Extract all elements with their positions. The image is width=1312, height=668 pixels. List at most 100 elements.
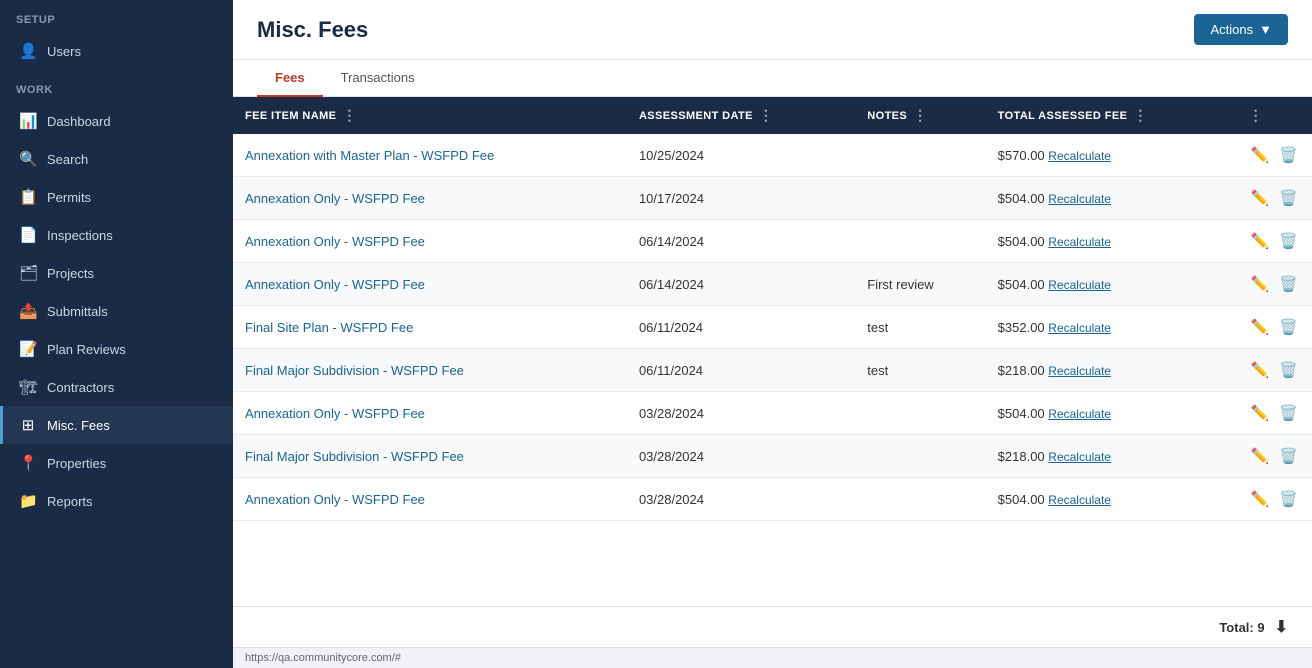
delete-button[interactable]: 🗑️ <box>1277 230 1300 252</box>
edit-button[interactable]: ✏️ <box>1249 445 1272 467</box>
delete-button[interactable]: 🗑️ <box>1277 402 1300 424</box>
total-fee-cell: $352.00 Recalculate <box>986 306 1237 349</box>
sidebar-item-reports[interactable]: 📁 Reports <box>0 482 233 520</box>
recalculate-link[interactable]: Recalculate <box>1048 493 1111 507</box>
col-total-assessed-fee: TOTAL ASSESSED FEE ⋮ <box>986 97 1237 134</box>
row-actions-cell: ✏️ 🗑️ <box>1237 263 1312 306</box>
fee-item-link[interactable]: Annexation Only - WSFPD Fee <box>245 277 425 292</box>
fee-item-name-cell: Annexation Only - WSFPD Fee <box>233 392 627 435</box>
fee-item-link[interactable]: Final Site Plan - WSFPD Fee <box>245 320 413 335</box>
tab-transactions[interactable]: Transactions <box>323 60 433 97</box>
edit-button[interactable]: ✏️ <box>1249 187 1272 209</box>
row-action-buttons: ✏️ 🗑️ <box>1249 230 1300 252</box>
sidebar-item-contractors[interactable]: 🏗 Contractors <box>0 368 233 406</box>
table-row: Annexation with Master Plan - WSFPD Fee1… <box>233 134 1312 177</box>
delete-button[interactable]: 🗑️ <box>1277 488 1300 510</box>
notes-cell <box>855 392 985 435</box>
delete-button[interactable]: 🗑️ <box>1277 316 1300 338</box>
fee-item-link[interactable]: Annexation Only - WSFPD Fee <box>245 492 425 507</box>
fee-item-link[interactable]: Final Major Subdivision - WSFPD Fee <box>245 449 464 464</box>
edit-button[interactable]: ✏️ <box>1249 488 1272 510</box>
total-fee-cell: $504.00 Recalculate <box>986 220 1237 263</box>
fee-item-link[interactable]: Annexation with Master Plan - WSFPD Fee <box>245 148 494 163</box>
row-action-buttons: ✏️ 🗑️ <box>1249 445 1300 467</box>
delete-button[interactable]: 🗑️ <box>1277 359 1300 381</box>
sidebar-item-projects[interactable]: 🗂 Projects <box>0 254 233 292</box>
recalculate-link[interactable]: Recalculate <box>1048 450 1111 464</box>
sidebar-item-search[interactable]: 🔍 Search <box>0 140 233 178</box>
reports-icon: 📁 <box>19 492 37 510</box>
delete-button[interactable]: 🗑️ <box>1277 273 1300 295</box>
fee-amount: $504.00 <box>998 277 1045 292</box>
edit-button[interactable]: ✏️ <box>1249 230 1272 252</box>
fee-item-link[interactable]: Final Major Subdivision - WSFPD Fee <box>245 363 464 378</box>
sidebar-item-inspections[interactable]: 📄 Inspections <box>0 216 233 254</box>
submittals-icon: 📤 <box>19 302 37 320</box>
edit-button[interactable]: ✏️ <box>1249 402 1272 424</box>
recalculate-link[interactable]: Recalculate <box>1048 235 1111 249</box>
sidebar-item-submittals[interactable]: 📤 Submittals <box>0 292 233 330</box>
page-header: Misc. Fees Actions ▼ <box>233 0 1312 60</box>
edit-button[interactable]: ✏️ <box>1249 316 1272 338</box>
total-fee-cell: $218.00 Recalculate <box>986 349 1237 392</box>
sidebar-item-dashboard[interactable]: 📊 Dashboard <box>0 102 233 140</box>
assessment-date-cell: 06/14/2024 <box>627 263 855 306</box>
row-action-buttons: ✏️ 🗑️ <box>1249 488 1300 510</box>
sidebar-item-users[interactable]: 👤 Users <box>0 32 233 70</box>
row-action-buttons: ✏️ 🗑️ <box>1249 316 1300 338</box>
fee-amount: $504.00 <box>998 191 1045 206</box>
sidebar-item-properties[interactable]: 📍 Properties <box>0 444 233 482</box>
row-actions-cell: ✏️ 🗑️ <box>1237 177 1312 220</box>
edit-button[interactable]: ✏️ <box>1249 273 1272 295</box>
status-url: https://qa.communitycore.com/# <box>245 652 401 664</box>
recalculate-link[interactable]: Recalculate <box>1048 278 1111 292</box>
col-menu-icon-fee[interactable]: ⋮ <box>1133 107 1147 124</box>
edit-button[interactable]: ✏️ <box>1249 359 1272 381</box>
total-fee-cell: $570.00 Recalculate <box>986 134 1237 177</box>
tab-fees[interactable]: Fees <box>257 60 323 97</box>
table-header-row: FEE ITEM NAME ⋮ ASSESSMENT DATE ⋮ NOTES <box>233 97 1312 134</box>
col-row-actions: ⋮ <box>1237 97 1312 134</box>
row-action-buttons: ✏️ 🗑️ <box>1249 273 1300 295</box>
total-fee-cell: $504.00 Recalculate <box>986 392 1237 435</box>
sidebar-item-label: Submittals <box>47 304 108 319</box>
fee-item-name-cell: Annexation Only - WSFPD Fee <box>233 263 627 306</box>
recalculate-link[interactable]: Recalculate <box>1048 321 1111 335</box>
notes-cell: First review <box>855 263 985 306</box>
projects-icon: 🗂 <box>19 264 37 282</box>
recalculate-link[interactable]: Recalculate <box>1048 149 1111 163</box>
download-icon[interactable]: ⬇ <box>1275 617 1288 637</box>
col-menu-icon-notes[interactable]: ⋮ <box>913 107 927 124</box>
col-menu-icon-fee-name[interactable]: ⋮ <box>342 107 356 124</box>
actions-label: Actions <box>1210 22 1253 37</box>
recalculate-link[interactable]: Recalculate <box>1048 407 1111 421</box>
recalculate-link[interactable]: Recalculate <box>1048 192 1111 206</box>
notes-cell <box>855 220 985 263</box>
sidebar-item-label: Dashboard <box>47 114 111 129</box>
delete-button[interactable]: 🗑️ <box>1277 445 1300 467</box>
sidebar-item-label: Users <box>47 44 81 59</box>
col-menu-icon-actions[interactable]: ⋮ <box>1249 107 1263 124</box>
sidebar-item-label: Reports <box>47 494 93 509</box>
table-row: Final Site Plan - WSFPD Fee06/11/2024tes… <box>233 306 1312 349</box>
fee-amount: $218.00 <box>998 363 1045 378</box>
fee-item-link[interactable]: Annexation Only - WSFPD Fee <box>245 191 425 206</box>
fee-item-link[interactable]: Annexation Only - WSFPD Fee <box>245 234 425 249</box>
sidebar-item-misc-fees[interactable]: ⊞ Misc. Fees <box>0 406 233 444</box>
sidebar-item-label: Search <box>47 152 88 167</box>
notes-cell: test <box>855 306 985 349</box>
fee-item-name-cell: Annexation Only - WSFPD Fee <box>233 478 627 521</box>
assessment-date-cell: 10/17/2024 <box>627 177 855 220</box>
col-menu-icon-date[interactable]: ⋮ <box>759 107 773 124</box>
work-section-label: WORK <box>0 70 233 102</box>
recalculate-link[interactable]: Recalculate <box>1048 364 1111 378</box>
delete-button[interactable]: 🗑️ <box>1277 187 1300 209</box>
sidebar-item-permits[interactable]: 📋 Permits <box>0 178 233 216</box>
actions-button[interactable]: Actions ▼ <box>1194 14 1288 45</box>
delete-button[interactable]: 🗑️ <box>1277 144 1300 166</box>
sidebar-item-plan-reviews[interactable]: 📝 Plan Reviews <box>0 330 233 368</box>
fee-item-link[interactable]: Annexation Only - WSFPD Fee <box>245 406 425 421</box>
edit-button[interactable]: ✏️ <box>1249 144 1272 166</box>
row-actions-cell: ✏️ 🗑️ <box>1237 392 1312 435</box>
col-notes: NOTES ⋮ <box>855 97 985 134</box>
